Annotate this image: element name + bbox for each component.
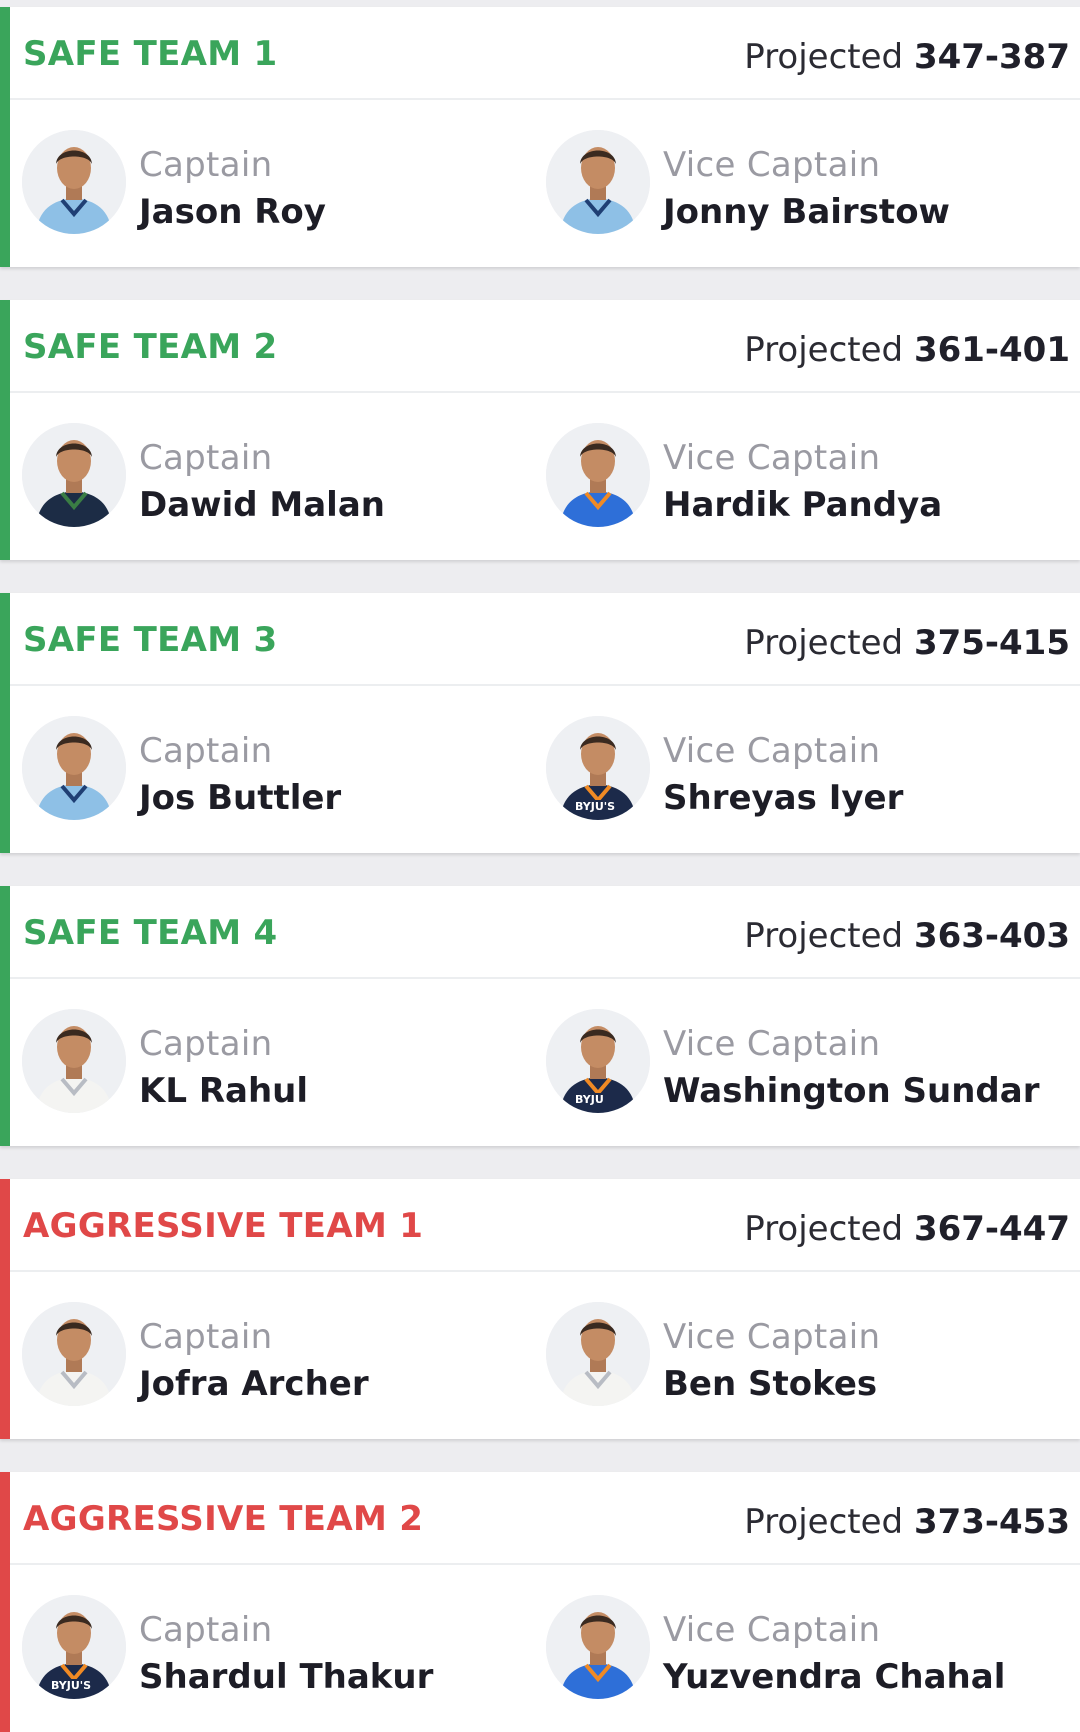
- projected-score: Projected 373-453: [744, 1502, 1070, 1542]
- projected-label: Projected: [744, 330, 904, 370]
- player-photo-icon: [22, 130, 126, 234]
- captain-name: Dawid Malan: [139, 485, 385, 525]
- projected-range: 373-453: [913, 1502, 1070, 1542]
- team-name: SAFE TEAM 2: [23, 327, 278, 367]
- vice-captain-name: Jonny Bairstow: [663, 192, 950, 232]
- player-photo-icon: [546, 1595, 650, 1699]
- projected-score: Projected 347-387: [744, 37, 1070, 77]
- player-photo-icon: [546, 130, 650, 234]
- role-label: Captain: [139, 1317, 273, 1357]
- team-card-6[interactable]: AGGRESSIVE TEAM 2 Projected 373-453 BYJU…: [0, 1472, 1080, 1732]
- player-photo-icon: [22, 716, 126, 820]
- team-name: AGGRESSIVE TEAM 2: [23, 1499, 424, 1539]
- captain-name: Jofra Archer: [139, 1364, 369, 1404]
- player-photo-icon: [546, 1302, 650, 1406]
- vice-captain-name: Yuzvendra Chahal: [663, 1657, 1006, 1697]
- captain-name: KL Rahul: [139, 1071, 309, 1111]
- projected-range: 363-403: [913, 916, 1070, 956]
- role-label: Vice Captain: [663, 1610, 881, 1650]
- player-avatar: BYJU: [546, 1009, 650, 1113]
- player-photo-icon: [22, 423, 126, 527]
- role-label: Captain: [139, 438, 273, 478]
- role-label: Vice Captain: [663, 1317, 881, 1357]
- player-avatar: [22, 1009, 126, 1113]
- projected-label: Projected: [744, 623, 904, 663]
- team-card-header: SAFE TEAM 1 Projected 347-387: [10, 7, 1080, 100]
- team-type-stripe: [0, 886, 10, 1146]
- player-photo-icon: [546, 423, 650, 527]
- captain-name: Jos Buttler: [139, 778, 342, 818]
- projected-range: 361-401: [913, 330, 1070, 370]
- role-label: Vice Captain: [663, 1024, 881, 1064]
- player-avatar: [546, 1302, 650, 1406]
- captain-name: Shardul Thakur: [139, 1657, 434, 1697]
- team-card-1[interactable]: SAFE TEAM 1 Projected 347-387 Captain Ja…: [0, 7, 1080, 267]
- vice-captain-name: Washington Sundar: [663, 1071, 1040, 1111]
- player-avatar: [22, 716, 126, 820]
- team-type-stripe: [0, 1472, 10, 1732]
- projected-score: Projected 367-447: [744, 1209, 1070, 1249]
- role-label: Vice Captain: [663, 145, 881, 185]
- team-card-header: AGGRESSIVE TEAM 2 Projected 373-453: [10, 1472, 1080, 1565]
- projected-label: Projected: [744, 916, 904, 956]
- team-card-4[interactable]: SAFE TEAM 4 Projected 363-403 Captain KL…: [0, 886, 1080, 1146]
- player-avatar: [22, 423, 126, 527]
- team-type-stripe: [0, 593, 10, 853]
- projected-label: Projected: [744, 37, 904, 77]
- role-label: Captain: [139, 731, 273, 771]
- projected-label: Projected: [744, 1502, 904, 1542]
- team-name: SAFE TEAM 4: [23, 913, 278, 953]
- projected-range: 367-447: [913, 1209, 1070, 1249]
- team-card-header: SAFE TEAM 2 Projected 361-401: [10, 300, 1080, 393]
- projected-label: Projected: [744, 1209, 904, 1249]
- projected-range: 375-415: [913, 623, 1070, 663]
- projected-score: Projected 363-403: [744, 916, 1070, 956]
- projected-range: 347-387: [913, 37, 1070, 77]
- team-card-3[interactable]: SAFE TEAM 3 Projected 375-415 Captain Jo…: [0, 593, 1080, 853]
- player-avatar: BYJU'S: [546, 716, 650, 820]
- role-label: Vice Captain: [663, 438, 881, 478]
- team-name: SAFE TEAM 1: [23, 34, 278, 74]
- player-avatar: [22, 1302, 126, 1406]
- team-name: SAFE TEAM 3: [23, 620, 278, 660]
- role-label: Captain: [139, 1024, 273, 1064]
- player-photo-icon: [22, 1009, 126, 1113]
- team-card-header: SAFE TEAM 3 Projected 375-415: [10, 593, 1080, 686]
- projected-score: Projected 375-415: [744, 623, 1070, 663]
- player-avatar: BYJU'S: [22, 1595, 126, 1699]
- team-list: SAFE TEAM 1 Projected 347-387 Captain Ja…: [0, 0, 1080, 1732]
- vice-captain-name: Hardik Pandya: [663, 485, 943, 525]
- player-avatar: [22, 130, 126, 234]
- team-card-5[interactable]: AGGRESSIVE TEAM 1 Projected 367-447 Capt…: [0, 1179, 1080, 1439]
- player-avatar: [546, 130, 650, 234]
- captain-name: Jason Roy: [139, 192, 326, 232]
- team-type-stripe: [0, 1179, 10, 1439]
- vice-captain-name: Ben Stokes: [663, 1364, 878, 1404]
- role-label: Captain: [139, 145, 273, 185]
- sponsor-badge: BYJU'S: [572, 800, 619, 813]
- role-label: Captain: [139, 1610, 273, 1650]
- player-photo-icon: [22, 1302, 126, 1406]
- team-card-2[interactable]: SAFE TEAM 2 Projected 361-401 Captain Da…: [0, 300, 1080, 560]
- team-type-stripe: [0, 7, 10, 267]
- team-card-header: SAFE TEAM 4 Projected 363-403: [10, 886, 1080, 979]
- team-type-stripe: [0, 300, 10, 560]
- team-name: AGGRESSIVE TEAM 1: [23, 1206, 424, 1246]
- vice-captain-name: Shreyas Iyer: [663, 778, 904, 818]
- role-label: Vice Captain: [663, 731, 881, 771]
- player-avatar: [546, 1595, 650, 1699]
- player-avatar: [546, 423, 650, 527]
- projected-score: Projected 361-401: [744, 330, 1070, 370]
- sponsor-badge: BYJU: [572, 1093, 607, 1106]
- sponsor-badge: BYJU'S: [48, 1679, 95, 1692]
- team-card-header: AGGRESSIVE TEAM 1 Projected 367-447: [10, 1179, 1080, 1272]
